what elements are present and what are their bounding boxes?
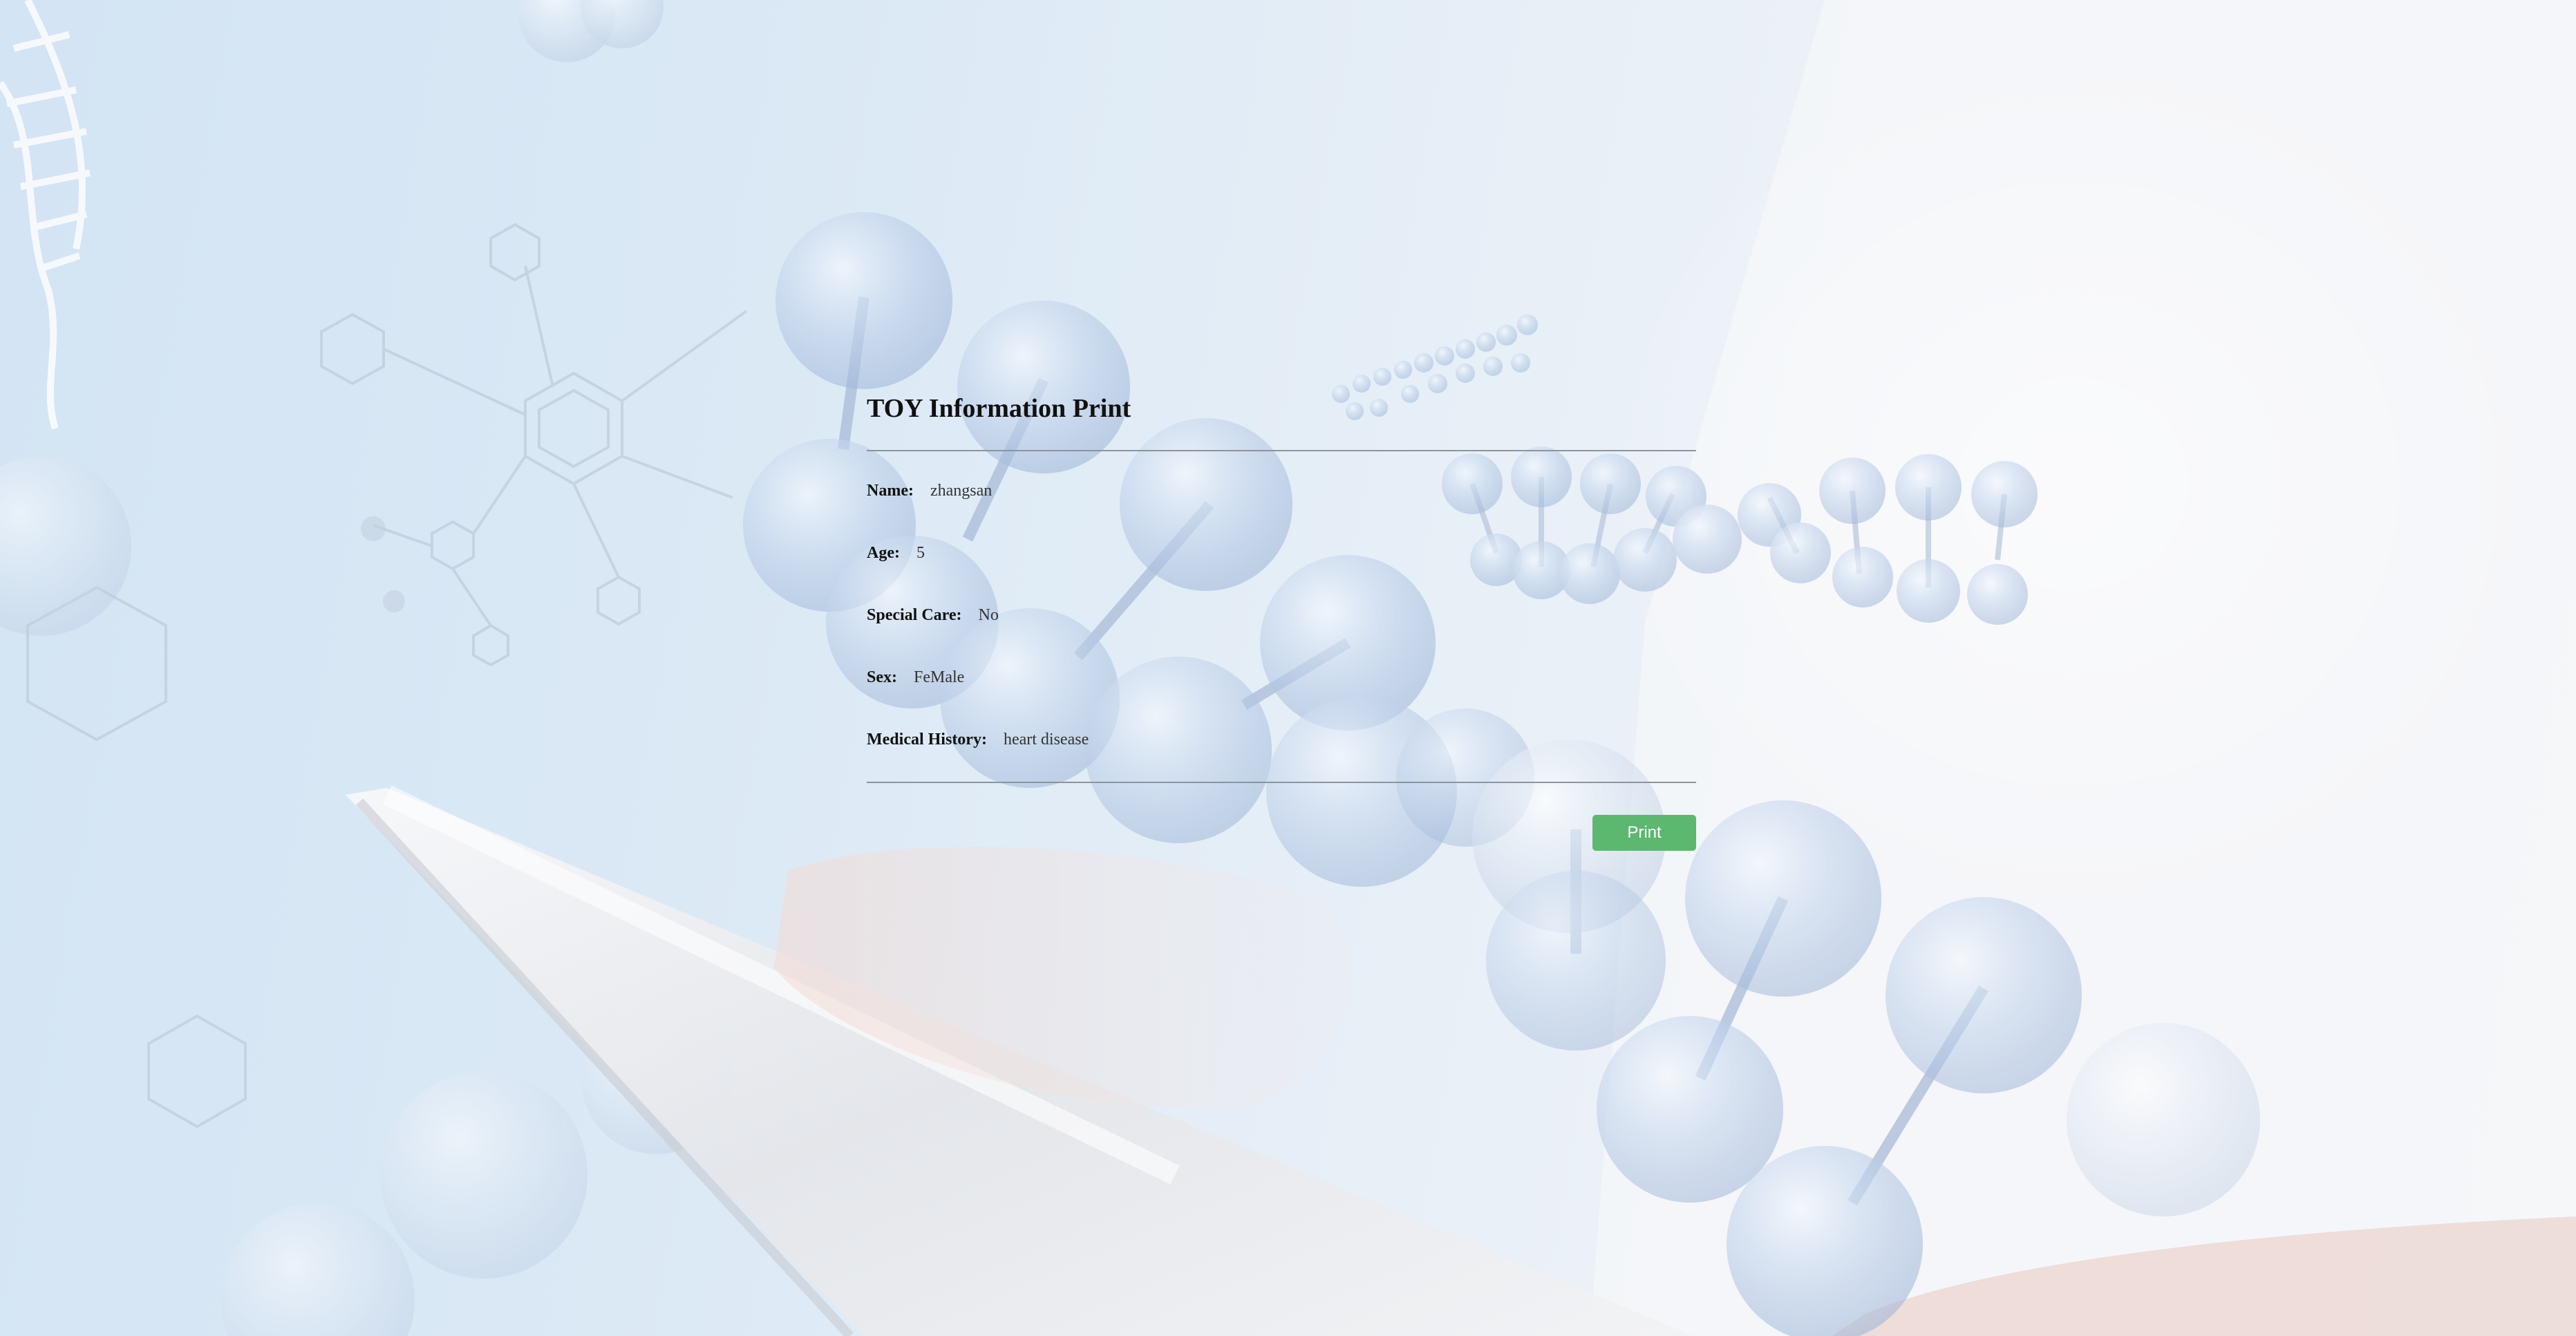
field-age: Age: 5 bbox=[867, 538, 1696, 601]
action-bar: Print bbox=[867, 783, 1696, 880]
field-medical-history: Medical History: heart disease bbox=[867, 725, 1696, 787]
field-medical-history-value: heart disease bbox=[1003, 731, 1089, 749]
field-name-label: Name: bbox=[867, 482, 914, 500]
print-button[interactable]: Print bbox=[1592, 815, 1696, 851]
field-name-value: zhangsan bbox=[930, 482, 993, 500]
page-title: TOY Information Print bbox=[867, 394, 1131, 423]
field-special-care-value: No bbox=[978, 606, 999, 624]
field-age-value: 5 bbox=[916, 544, 925, 562]
toy-info-print-panel: TOY Information Print Name: zhangsan Age… bbox=[867, 387, 1696, 880]
field-name: Name: zhangsan bbox=[867, 476, 1696, 538]
field-sex: Sex: FeMale bbox=[867, 663, 1696, 725]
field-special-care: Special Care: No bbox=[867, 601, 1696, 663]
field-special-care-label: Special Care: bbox=[867, 606, 962, 624]
field-medical-history-label: Medical History: bbox=[867, 731, 987, 749]
toy-info-fields: Name: zhangsan Age: 5 Special Care: No S… bbox=[867, 451, 1696, 787]
field-sex-value: FeMale bbox=[914, 668, 965, 686]
field-age-label: Age: bbox=[867, 544, 900, 562]
field-sex-label: Sex: bbox=[867, 668, 897, 686]
